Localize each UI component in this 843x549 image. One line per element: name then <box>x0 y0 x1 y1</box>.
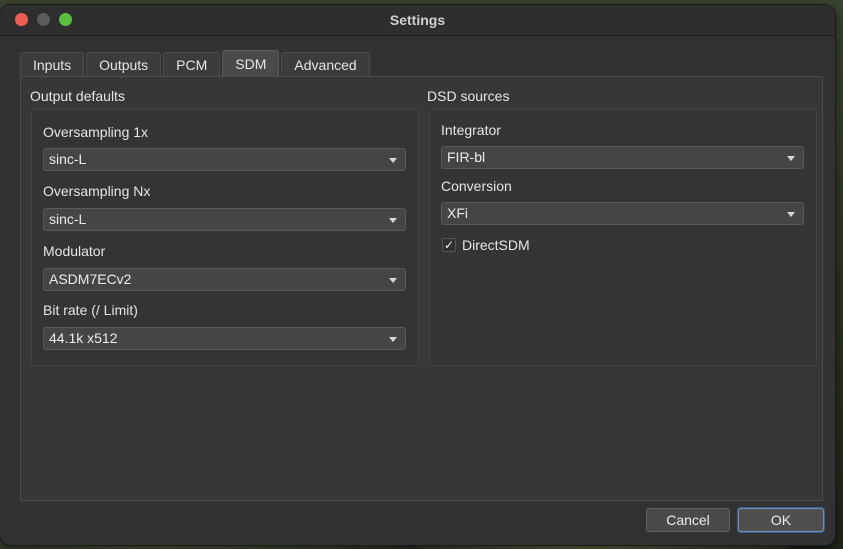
oversampling-1x-value: sinc-L <box>49 151 87 167</box>
oversampling-1x-select[interactable]: sinc-L <box>43 148 406 171</box>
output-defaults-title: Output defaults <box>30 88 125 104</box>
output-defaults-group: Oversampling 1x sinc-L Oversampling Nx s… <box>31 109 419 366</box>
tab-inputs[interactable]: Inputs <box>20 52 85 78</box>
tab-sdm[interactable]: SDM <box>222 50 280 78</box>
chevron-down-icon <box>389 337 397 342</box>
tab-pcm[interactable]: PCM <box>163 52 221 78</box>
integrator-value: FIR-bl <box>447 149 486 165</box>
chevron-down-icon <box>787 212 795 217</box>
title-bar: Settings <box>0 5 835 36</box>
oversampling-1x-label: Oversampling 1x <box>43 124 149 140</box>
direct-sdm-label: DirectSDM <box>462 237 530 253</box>
cancel-button[interactable]: Cancel <box>646 508 730 532</box>
integrator-label: Integrator <box>441 122 501 138</box>
bit-rate-select[interactable]: 44.1k x512 <box>43 327 406 350</box>
modulator-value: ASDM7ECv2 <box>49 271 132 287</box>
bit-rate-label: Bit rate (/ Limit) <box>43 302 138 318</box>
oversampling-nx-value: sinc-L <box>49 211 87 227</box>
ok-button[interactable]: OK <box>738 508 824 532</box>
modulator-label: Modulator <box>43 243 106 259</box>
dsd-sources-group: Integrator FIR-bl Conversion XFi ✓ Direc… <box>429 109 817 366</box>
oversampling-nx-label: Oversampling Nx <box>43 183 151 199</box>
conversion-select[interactable]: XFi <box>441 202 804 225</box>
integrator-select[interactable]: FIR-bl <box>441 146 804 169</box>
dsd-sources-title: DSD sources <box>427 88 510 104</box>
tab-advanced[interactable]: Advanced <box>281 52 370 78</box>
direct-sdm-checkbox[interactable]: ✓ <box>442 238 456 252</box>
chevron-down-icon <box>389 278 397 283</box>
conversion-label: Conversion <box>441 178 512 194</box>
oversampling-nx-select[interactable]: sinc-L <box>43 208 406 231</box>
modulator-select[interactable]: ASDM7ECv2 <box>43 268 406 291</box>
tab-outputs[interactable]: Outputs <box>86 52 162 78</box>
tab-bar: Inputs Outputs PCM SDM Advanced <box>20 50 372 78</box>
conversion-value: XFi <box>447 205 468 221</box>
window-title: Settings <box>389 12 446 28</box>
sdm-tab-panel: Output defaults Oversampling 1x sinc-L O… <box>20 76 823 501</box>
direct-sdm-row[interactable]: ✓ DirectSDM <box>442 237 530 253</box>
bit-rate-value: 44.1k x512 <box>49 330 118 346</box>
chevron-down-icon <box>787 156 795 161</box>
chevron-down-icon <box>389 218 397 223</box>
chevron-down-icon <box>389 158 397 163</box>
settings-window: Settings Inputs Outputs PCM SDM Advanced… <box>0 5 835 545</box>
